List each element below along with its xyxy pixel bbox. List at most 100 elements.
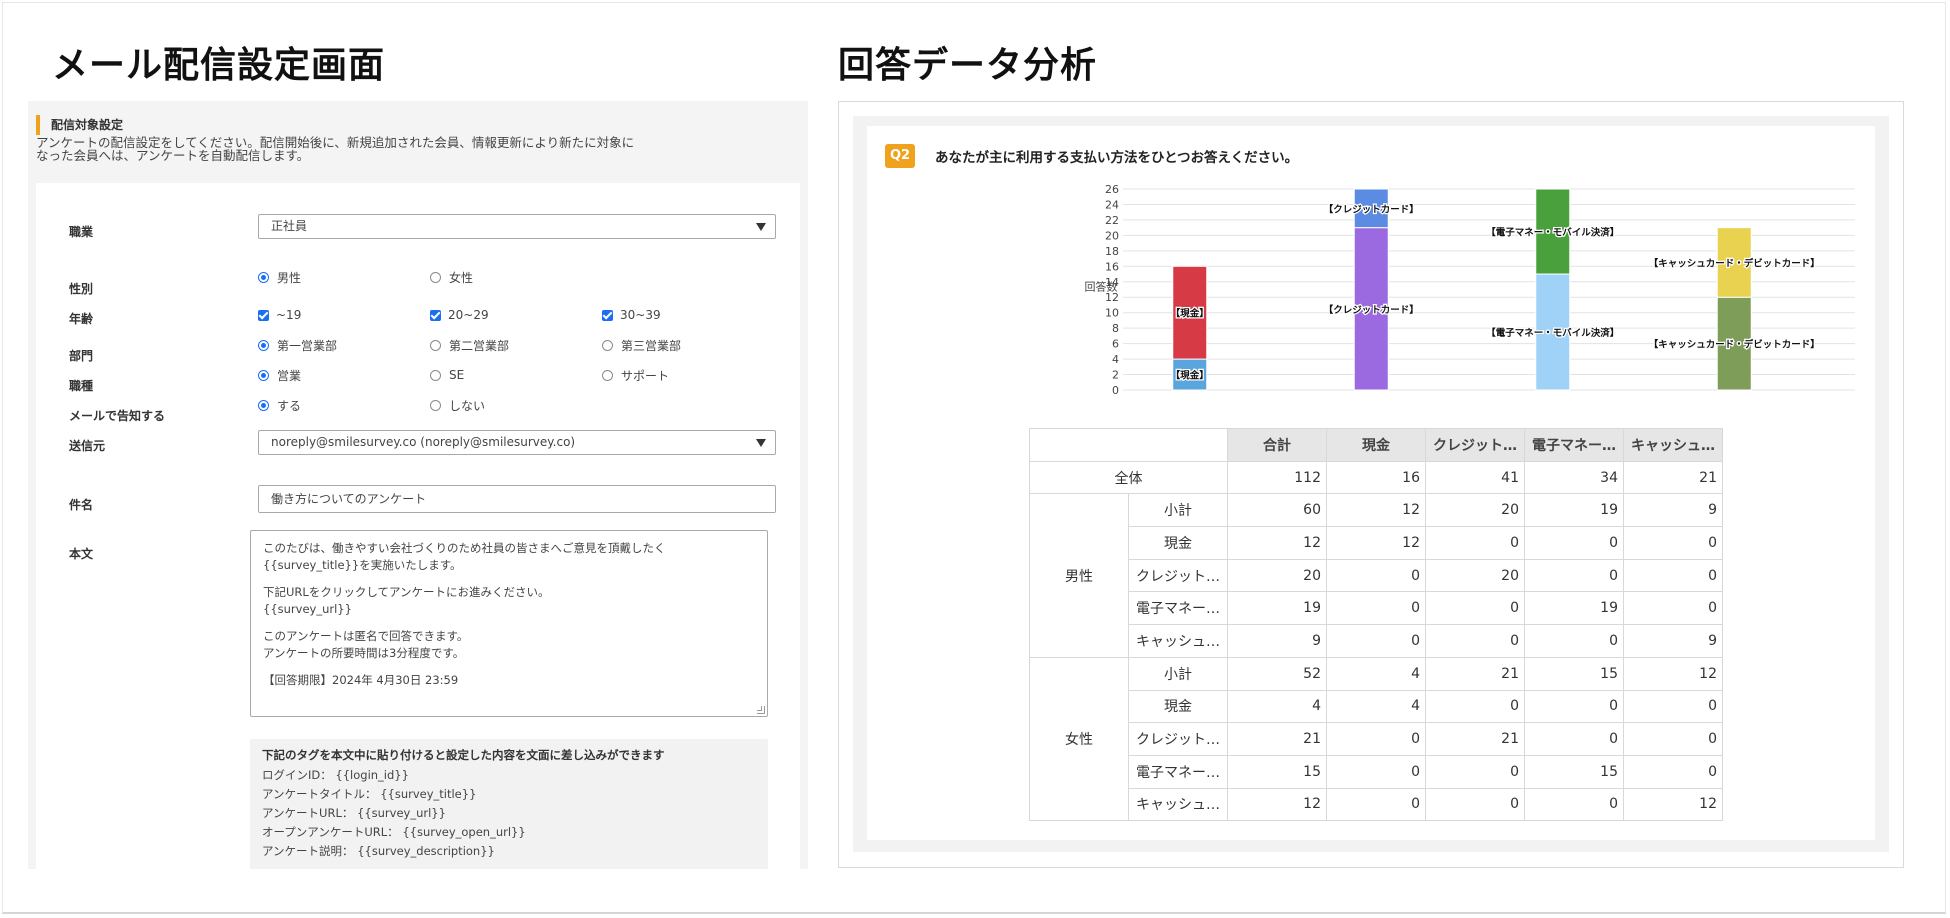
row-label: 小計 <box>1128 493 1228 528</box>
table-row: クレジット… 21 0 21 0 0 <box>1030 722 1723 756</box>
table-cell: 34 <box>1524 460 1624 495</box>
row-label: 全体 <box>1029 460 1228 495</box>
subject-input[interactable]: 働き方についてのアンケート <box>258 485 776 513</box>
checkbox-checked-icon[interactable] <box>258 309 269 321</box>
age-option-under19[interactable]: ~19 <box>258 307 301 323</box>
radio-icon[interactable] <box>602 369 613 381</box>
jobtype-option-se[interactable]: SE <box>430 367 464 383</box>
gender-option-male[interactable]: 男性 <box>258 269 301 285</box>
table-cell: 15 <box>1227 754 1327 789</box>
radio-selected-icon[interactable] <box>258 271 269 283</box>
table-corner <box>1029 428 1228 462</box>
radio-selected-icon[interactable] <box>258 369 269 381</box>
notify-label: メールで告知する <box>69 409 166 423</box>
table-cell: 0 <box>1623 526 1723 560</box>
tag-item: オープンアンケートURL： {{survey_open_url}} <box>262 825 526 839</box>
y-tick-label: 8 <box>1112 322 1119 335</box>
y-axis-label: 回答数 <box>1085 279 1118 293</box>
age-option-30s[interactable]: 30~39 <box>602 307 661 323</box>
body-line: このたびは、働きやすい会社づくりのため社員の皆さまへご意見を頂戴したく <box>263 541 666 555</box>
jobtype-option-support[interactable]: サポート <box>602 367 669 383</box>
table-cell: 0 <box>1326 558 1426 593</box>
radio-icon[interactable] <box>430 399 441 411</box>
table-cell: 20 <box>1227 558 1327 593</box>
occupation-value: 正社員 <box>271 219 308 233</box>
table-cell: 9 <box>1227 624 1327 658</box>
body-line: {{survey_title}}を実施いたします。 <box>263 558 462 572</box>
y-tick-label: 24 <box>1105 198 1119 211</box>
table-cell: 0 <box>1524 722 1624 756</box>
table-cell: 20 <box>1425 558 1525 593</box>
jobtype-label: 職種 <box>69 379 94 393</box>
table-cell: 0 <box>1623 591 1723 626</box>
age-option-20s[interactable]: 20~29 <box>430 307 489 323</box>
row-label: 小計 <box>1128 656 1228 691</box>
analysis-panel: Q2 あなたが主に利用する支払い方法をひとつお答えください。 0 2 4 6 8 10 12… <box>838 101 1904 868</box>
dept-option-3[interactable]: 第三営業部 <box>602 337 681 353</box>
table-cell: 12 <box>1326 526 1426 560</box>
table-cell: 9 <box>1623 493 1723 528</box>
table-cell: 4 <box>1326 656 1426 691</box>
stacked-bar-chart: 02468101214161820222426回答数【現金】【現金】 【クレジット… <box>1085 183 1855 397</box>
bar-data-label: 【現金】 <box>1171 308 1209 320</box>
table-cell: 21 <box>1425 722 1525 756</box>
table-cell: 15 <box>1524 754 1624 789</box>
radio-icon[interactable] <box>602 339 613 351</box>
gender-option-female[interactable]: 女性 <box>430 269 473 285</box>
column-header: 電子マネー… <box>1524 428 1624 462</box>
table-row: クレジット… 20 0 20 0 0 <box>1030 558 1723 593</box>
bar-data-label: 【電子マネー・モバイル決済】 <box>1486 327 1619 339</box>
section-title: 配信対象設定 <box>36 115 800 135</box>
radio-icon[interactable] <box>430 271 441 283</box>
radio-icon[interactable] <box>430 339 441 351</box>
bar-data-label: 【クレジットカード】 <box>1324 304 1419 316</box>
table-cell: 15 <box>1524 656 1624 691</box>
tag-item: ログインID： {{login_id}} <box>262 768 409 782</box>
table-row: 全体 112 16 41 34 21 <box>1029 460 1723 495</box>
tag-item: アンケート説明： {{survey_description}} <box>262 844 495 858</box>
y-tick-label: 26 <box>1105 183 1119 196</box>
jobtype-option-sales[interactable]: 営業 <box>258 367 301 383</box>
table-cell: 0 <box>1326 624 1426 658</box>
row-label: 現金 <box>1128 689 1228 724</box>
table-cell: 0 <box>1425 591 1525 626</box>
row-label: キャッシュ… <box>1128 624 1228 658</box>
sender-select[interactable]: noreply@smilesurvey.co (noreply@smilesur… <box>258 430 776 455</box>
table-cell: 0 <box>1425 526 1525 560</box>
table-row: 男性 小計 60 12 20 19 9 <box>1029 493 1723 658</box>
analysis-title: 回答データ分析 <box>838 45 1098 86</box>
table-cell: 0 <box>1524 689 1624 724</box>
y-tick-label: 20 <box>1105 229 1119 242</box>
table-cell: 20 <box>1425 493 1525 528</box>
radio-selected-icon[interactable] <box>258 399 269 411</box>
dept-option-2[interactable]: 第二営業部 <box>430 337 509 353</box>
radio-selected-icon[interactable] <box>258 339 269 351</box>
table-cell: 0 <box>1425 624 1525 658</box>
resize-handle-icon[interactable] <box>757 706 765 714</box>
table-cell: 0 <box>1524 787 1624 822</box>
radio-icon[interactable] <box>430 369 441 381</box>
column-header: キャッシュ… <box>1623 428 1723 462</box>
table-cell: 16 <box>1326 460 1426 495</box>
body-line: 下記URLをクリックしてアンケートにお進みください。 <box>263 585 550 599</box>
body-textarea[interactable]: このたびは、働きやすい会社づくりのため社員の皆さまへご意見を頂戴したく {{su… <box>250 530 768 717</box>
row-label: クレジット… <box>1128 558 1228 593</box>
table-cell: 0 <box>1623 689 1723 724</box>
body-line: {{survey_url}} <box>263 602 352 616</box>
table-cell: 41 <box>1425 460 1525 495</box>
notify-option-no[interactable]: しない <box>430 397 485 413</box>
subject-label: 件名 <box>69 498 94 512</box>
table-cell: 19 <box>1524 493 1624 528</box>
checkbox-checked-icon[interactable] <box>430 309 441 321</box>
gender-label: 性別 <box>69 282 94 296</box>
body-line: 【回答期限】2024年 4月30日 23:59 <box>263 673 459 687</box>
checkbox-checked-icon[interactable] <box>602 309 613 321</box>
dept-option-1[interactable]: 第一営業部 <box>258 337 337 353</box>
sender-value: noreply@smilesurvey.co (noreply@smilesur… <box>271 435 576 449</box>
column-header: 合計 <box>1227 428 1327 462</box>
table-cell: 0 <box>1326 722 1426 756</box>
table-row: 女性 小計 52 4 21 15 12 <box>1029 656 1723 822</box>
occupation-select[interactable]: 正社員 <box>258 214 776 239</box>
table-cell: 12 <box>1623 787 1723 822</box>
notify-option-yes[interactable]: する <box>258 397 301 413</box>
